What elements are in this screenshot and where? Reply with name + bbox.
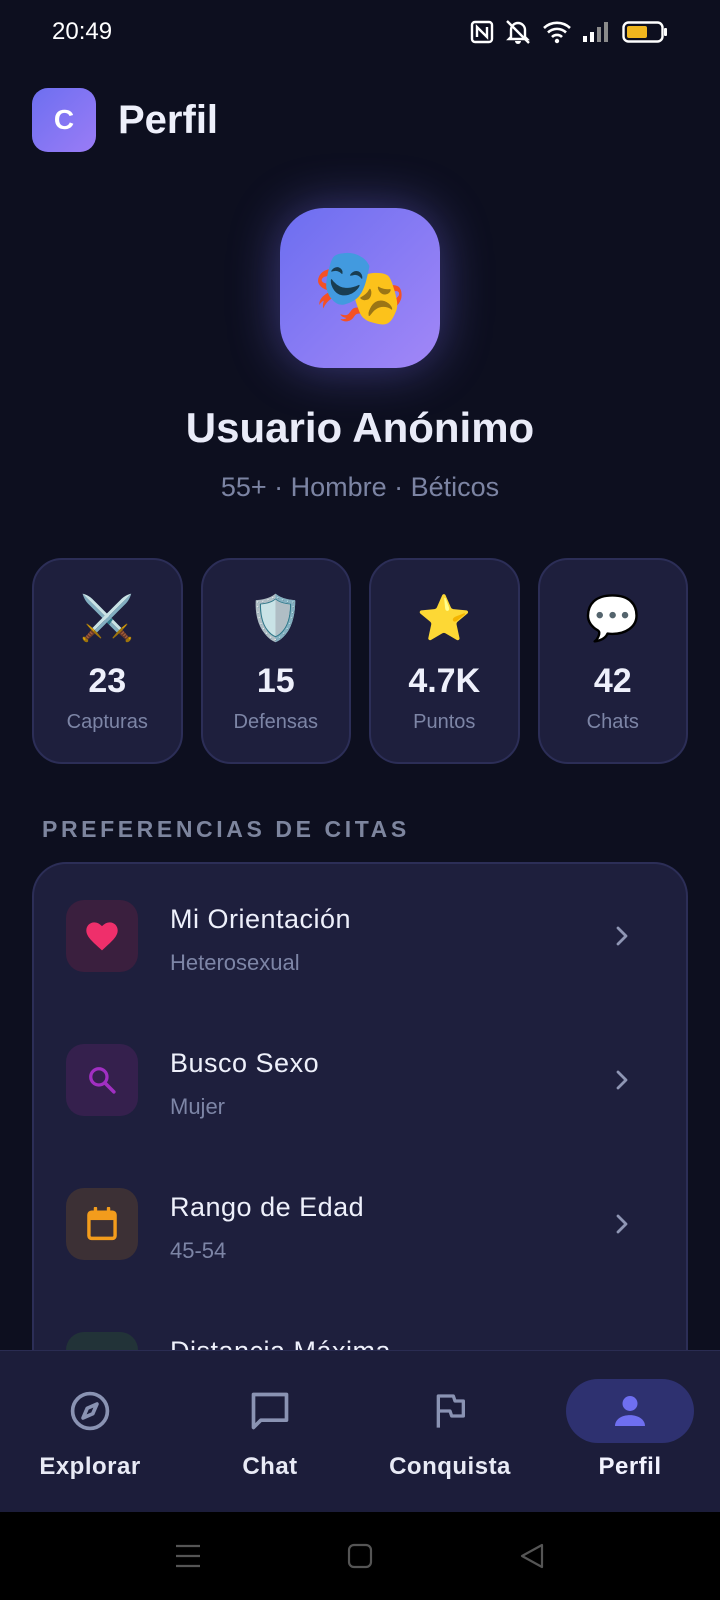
stats-row: ⚔️ 23 Capturas 🛡️ 15 Defensas ⭐ 4.7K Pun… (32, 558, 688, 764)
stat-card-puntos[interactable]: ⭐ 4.7K Puntos (369, 558, 520, 764)
speech-bubble-icon: 💬 (585, 594, 641, 643)
stat-label: Defensas (233, 711, 319, 733)
home-square-icon (347, 1543, 373, 1569)
signal-icon (583, 22, 608, 42)
pref-value: 45-54 (170, 1238, 227, 1263)
stat-label: Chats (586, 711, 639, 733)
pref-item-orientation[interactable]: Mi Orientación Heterosexual (34, 864, 686, 1008)
nav-item-explorar[interactable]: Explorar (0, 1351, 180, 1513)
chevron-right-icon (616, 926, 628, 946)
shield-icon: 🛡️ (248, 594, 304, 643)
flag-icon (436, 1394, 465, 1428)
page-title: Perfil (118, 97, 219, 142)
chat-bubble-icon (251, 1392, 289, 1430)
search-icon (89, 1067, 116, 1094)
nav-label: Chat (242, 1453, 298, 1480)
pref-value: Mujer (170, 1094, 226, 1119)
status-time: 20:49 (52, 18, 113, 45)
app-header: C Perfil (32, 88, 218, 152)
preferences-card: Mi Orientación Heterosexual Busco Sexo M… (32, 862, 688, 1382)
nav-label: Explorar (39, 1453, 141, 1480)
back-button[interactable] (446, 1542, 618, 1570)
pref-icon-box (66, 1044, 138, 1116)
nav-item-perfil[interactable]: Perfil (540, 1351, 720, 1513)
nav-label: Perfil (598, 1453, 662, 1480)
menu-button[interactable] (102, 1543, 274, 1569)
chevron-right-icon (616, 1070, 628, 1090)
status-icons (470, 19, 668, 45)
bottom-nav: Explorar Chat Conquista Perfil (0, 1350, 720, 1512)
stat-card-capturas[interactable]: ⚔️ 23 Capturas (32, 558, 183, 764)
star-icon: ⭐ (416, 594, 472, 643)
pref-icon-box (66, 1188, 138, 1260)
pref-title: Busco Sexo (170, 1048, 320, 1078)
app-logo: C (32, 88, 96, 152)
stat-label: Capturas (66, 711, 148, 733)
battery-icon (622, 21, 667, 43)
compass-icon (70, 1391, 110, 1431)
section-title: PREFERENCIAS DE CITAS (42, 816, 410, 842)
pref-item-busco-sexo[interactable]: Busco Sexo Mujer (34, 1008, 686, 1152)
pref-title: Rango de Edad (170, 1192, 365, 1222)
crossed-swords-icon: ⚔️ (79, 594, 135, 643)
heart-icon (86, 922, 118, 951)
nav-label: Conquista (389, 1453, 511, 1480)
pref-title: Mi Orientación (170, 904, 352, 934)
profile-meta: 55+ · Hombre · Béticos (220, 472, 500, 502)
home-button[interactable] (274, 1542, 446, 1570)
nav-item-chat[interactable]: Chat (180, 1351, 360, 1513)
status-bar: 20:49 (0, 0, 720, 64)
stat-value: 42 (593, 662, 632, 700)
system-nav-bar (0, 1512, 720, 1600)
stat-label: Puntos (413, 711, 476, 733)
chevron-right-icon (616, 1214, 628, 1234)
pref-icon-box (66, 900, 138, 972)
pref-item-rango-edad[interactable]: Rango de Edad 45-54 (34, 1152, 686, 1296)
person-icon (615, 1396, 645, 1426)
stat-value: 23 (88, 662, 127, 700)
avatar[interactable]: 🎭 (280, 208, 440, 368)
profile-name: Usuario Anónimo (185, 404, 535, 451)
theater-masks-icon: 🎭 (312, 245, 408, 330)
nav-item-conquista[interactable]: Conquista (360, 1351, 540, 1513)
stat-card-chats[interactable]: 💬 42 Chats (537, 558, 688, 764)
mute-bell-icon (506, 20, 530, 44)
wifi-icon (543, 21, 571, 44)
menu-icon (176, 1544, 200, 1568)
calendar-icon (87, 1207, 117, 1241)
stat-value: 4.7K (408, 662, 481, 700)
pref-value: Heterosexual (170, 950, 300, 975)
nfc-icon (470, 20, 494, 44)
back-triangle-icon (520, 1543, 544, 1569)
stat-value: 15 (256, 662, 295, 700)
stat-card-defensas[interactable]: 🛡️ 15 Defensas (200, 558, 351, 764)
